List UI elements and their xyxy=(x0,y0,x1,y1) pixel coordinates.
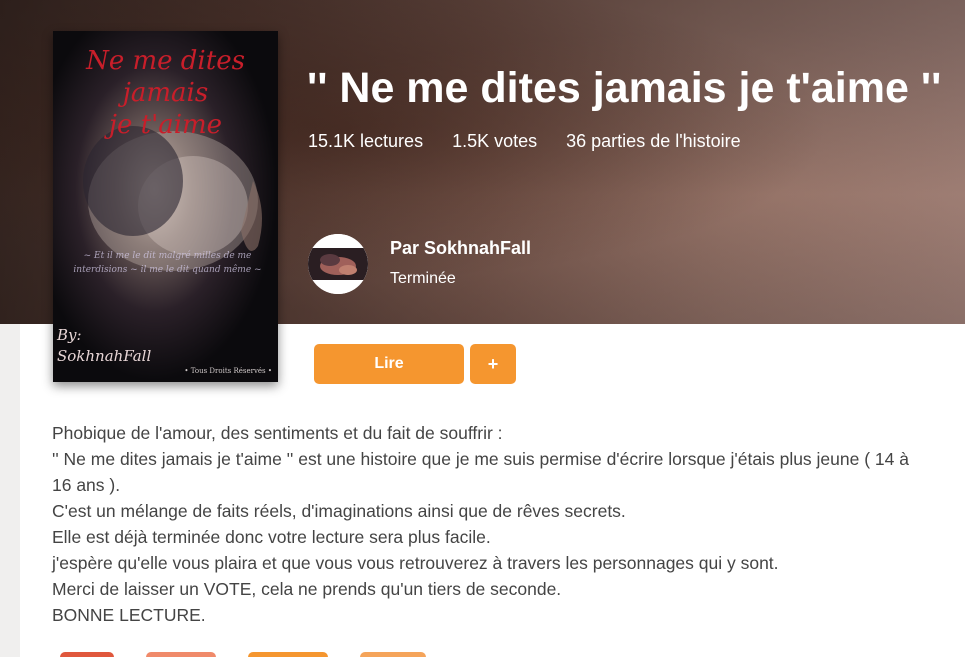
avatar-photo xyxy=(308,234,368,294)
add-to-library-button[interactable]: + xyxy=(470,344,516,384)
description-line: Elle est déjà terminée donc votre lectur… xyxy=(52,527,491,547)
description-line: Merci de laisser un VOTE, cela ne prends… xyxy=(52,579,562,599)
parts-count: 36 parties de l'histoire xyxy=(566,131,741,151)
cover-rights: • Tous Droits Réservés • xyxy=(184,367,272,375)
tag-pill[interactable] xyxy=(360,652,426,657)
description-line: C'est un mélange de faits réels, d'imagi… xyxy=(52,501,626,521)
cover-tagline: ~ Et il me le dit malgré milles de me in… xyxy=(73,251,262,275)
story-status: Terminée xyxy=(390,270,456,287)
cover-byline: By: SokhnahFall xyxy=(57,326,152,365)
author-avatar[interactable] xyxy=(308,234,368,294)
description-line: Phobique de l'amour, des sentiments et d… xyxy=(52,423,503,443)
description-line: BONNE LECTURE. xyxy=(52,605,206,625)
tag-list xyxy=(60,652,426,657)
author-name[interactable]: Par SokhnahFall xyxy=(390,238,531,259)
tag-pill[interactable] xyxy=(248,652,328,657)
votes-count: 1.5K votes xyxy=(452,131,538,151)
story-title: '' Ne me dites jamais je t'aime '' xyxy=(307,64,942,112)
reads-count: 15.1K lectures xyxy=(308,131,424,151)
tag-pill[interactable] xyxy=(146,652,216,657)
tag-pill[interactable] xyxy=(60,652,114,657)
description-line: j'espère qu'elle vous plaira et que vous… xyxy=(52,553,779,573)
read-button[interactable]: Lire xyxy=(314,344,464,384)
book-cover[interactable]: Ne me dites jamais je t'aime ~ Et il me … xyxy=(53,31,278,382)
story-stats: 15.1K lectures 1.5K votes 36 parties de … xyxy=(308,131,741,152)
cover-title: Ne me dites jamais je t'aime xyxy=(86,46,245,140)
story-description: Phobique de l'amour, des sentiments et d… xyxy=(52,420,932,628)
description-line: '' Ne me dites jamais je t'aime '' est u… xyxy=(52,449,909,495)
